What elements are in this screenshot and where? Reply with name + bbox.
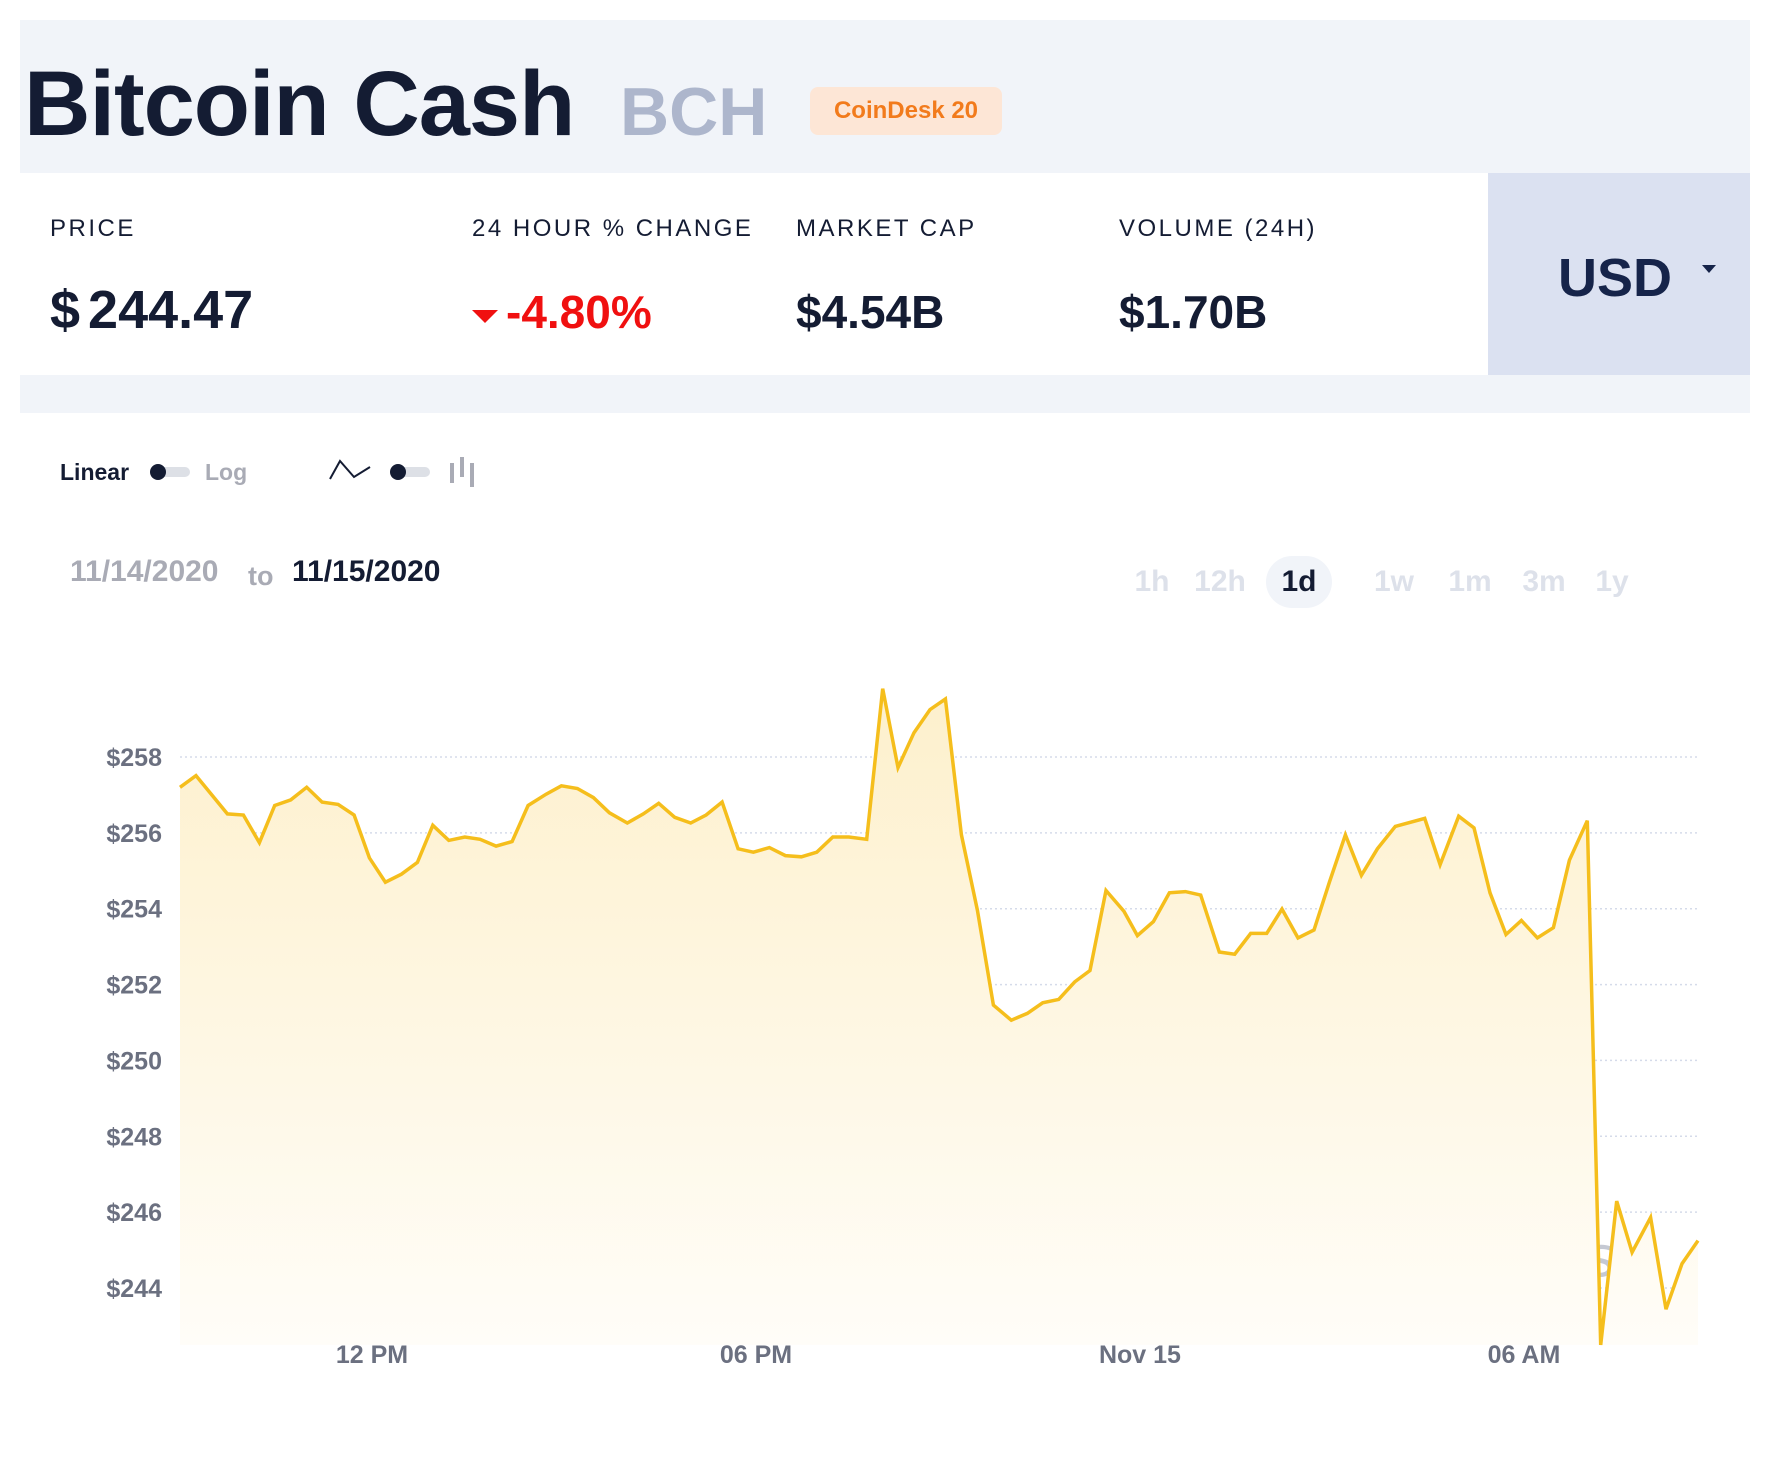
price-chart[interactable]: coindesk $244$246$248$250$252$254$256$25… [0, 640, 1770, 1420]
volume-stat: VOLUME (24H) $1.70B [1119, 215, 1318, 338]
range-tab-1h[interactable]: 1h [1130, 556, 1174, 608]
scale-log-label[interactable]: Log [205, 461, 247, 484]
range-tab-1m[interactable]: 1m [1442, 556, 1498, 608]
y-tick-label: $246 [106, 1199, 162, 1227]
down-triangle-icon [472, 309, 498, 323]
range-tab-1w[interactable]: 1w [1370, 556, 1418, 608]
volume-label: VOLUME (24H) [1119, 215, 1318, 242]
y-tick-label: $248 [106, 1123, 162, 1151]
x-axis: 12 PM 06 PM Nov 15 06 AM [336, 1341, 1560, 1369]
range-tab-12h[interactable]: 12h [1186, 556, 1254, 608]
date-to[interactable]: 11/15/2020 [292, 557, 441, 587]
change-stat: 24 HOUR % CHANGE -4.80% [472, 217, 753, 335]
currency-selected: USD [1558, 248, 1673, 308]
line-chart-icon[interactable] [328, 455, 372, 490]
toggle-knob [390, 464, 406, 480]
coin-header: Bitcoin Cash BCH CoinDesk 20 [20, 20, 1750, 173]
chart-type-toggle[interactable] [390, 464, 430, 480]
price-amount: 244.47 [88, 280, 254, 340]
scale-linear-label[interactable]: Linear [60, 461, 129, 484]
toggle-knob [150, 464, 166, 480]
coin-name: Bitcoin Cash [24, 53, 575, 155]
change-value: -4.80% [472, 289, 753, 335]
bar-chart-icon[interactable] [448, 455, 478, 492]
currency-selector[interactable]: USD [1488, 173, 1750, 375]
date-to-label: to [248, 561, 274, 591]
market-cap-label: MARKET CAP [796, 215, 977, 242]
market-cap-stat: MARKET CAP $4.54B [796, 215, 977, 338]
volume-value: $1.70B [1119, 286, 1268, 338]
y-tick-label: $258 [106, 744, 162, 772]
range-tab-1y[interactable]: 1y [1590, 556, 1634, 608]
section-divider [20, 375, 1750, 413]
caret-down-icon [1702, 265, 1716, 273]
x-tick-label: 06 PM [720, 1341, 792, 1369]
range-tab-1d[interactable]: 1d [1266, 556, 1332, 608]
y-tick-label: $244 [106, 1275, 162, 1303]
price-value: $ 244.47 [50, 283, 253, 337]
x-tick-label: Nov 15 [1099, 1341, 1181, 1369]
coindesk-20-badge[interactable]: CoinDesk 20 [810, 87, 1002, 135]
chart-controls: Linear Log [60, 455, 560, 489]
change-amount: -4.80% [506, 286, 652, 338]
stats-row: PRICE $ 244.47 24 HOUR % CHANGE -4.80% M… [20, 173, 1750, 375]
x-tick-label: 06 AM [1488, 1341, 1561, 1369]
date-from[interactable]: 11/14/2020 [70, 557, 219, 587]
date-range: 11/14/2020 to 11/15/2020 [70, 557, 570, 597]
x-tick-label: 12 PM [336, 1341, 408, 1369]
y-tick-label: $250 [106, 1047, 162, 1075]
price-stat: PRICE $ 244.47 [50, 215, 253, 338]
scale-toggle[interactable] [150, 464, 190, 480]
y-tick-label: $254 [106, 896, 162, 924]
price-area-fill [180, 688, 1698, 1345]
change-label: 24 HOUR % CHANGE [472, 215, 754, 242]
range-tab-3m[interactable]: 3m [1514, 556, 1574, 608]
coin-ticker: BCH [620, 74, 768, 150]
y-tick-label: $256 [106, 820, 162, 848]
market-cap-value: $4.54B [796, 286, 945, 338]
time-range-tabs: 1h 12h 1d 1w 1m 3m 1y [1130, 556, 1720, 612]
y-axis: $244 $246 $248 $250 $252 $254 $256 $258 [106, 744, 162, 1303]
price-currency-symbol: $ [50, 280, 81, 340]
y-tick-label: $252 [106, 972, 162, 1000]
price-label: PRICE [50, 215, 136, 242]
